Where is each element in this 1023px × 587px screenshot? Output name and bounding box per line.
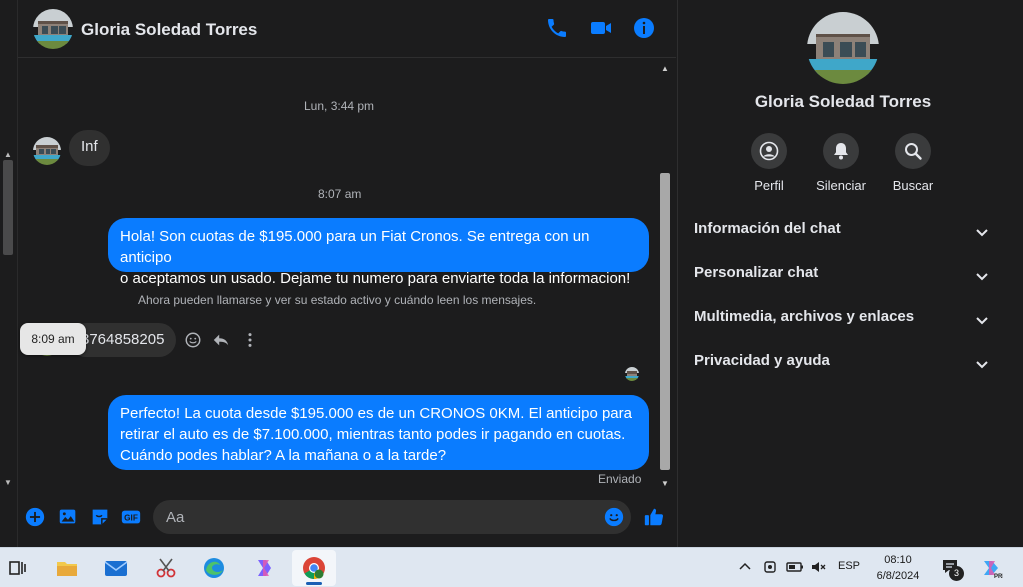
message-list: Lun, 3:44 pm Inf 8:07 am Hola! Son cuota… — [18, 58, 658, 490]
sticker-icon[interactable] — [89, 506, 111, 528]
meet-now-icon[interactable] — [762, 559, 778, 575]
section-chat-info[interactable]: Información del chat — [694, 220, 994, 248]
scroll-down-arrow[interactable]: ▼ — [661, 479, 669, 488]
section-privacy-help[interactable]: Privacidad y ayuda — [694, 352, 994, 380]
timestamp: Lun, 3:44 pm — [304, 99, 375, 113]
plus-icon[interactable] — [24, 506, 46, 528]
language-indicator[interactable]: ESP — [838, 560, 860, 572]
chat-info-panel: Gloria Soledad Torres Perfil Silenciar B… — [677, 0, 1007, 547]
copilot-icon[interactable]: PRE — [979, 556, 1003, 580]
file-explorer-icon[interactable] — [53, 554, 81, 582]
info-icon[interactable] — [632, 16, 656, 40]
chat-header: Gloria Soledad Torres — [18, 0, 676, 58]
clock-date: 6/8/2024 — [876, 570, 920, 582]
left-edge-strip: ▲ ▼ — [0, 0, 18, 547]
edge-browser-icon[interactable] — [200, 554, 228, 582]
search-icon — [905, 143, 922, 160]
message-line: Hola! Son cuotas de $195.000 para un Fia… — [120, 228, 590, 266]
action-label: Silenciar — [816, 178, 866, 193]
timestamp: 8:07 am — [318, 187, 362, 201]
notification-badge: 3 — [949, 566, 964, 581]
contact-avatar-large[interactable] — [807, 12, 879, 84]
thumbs-up-icon[interactable] — [643, 506, 665, 528]
volume-muted-icon[interactable] — [810, 559, 826, 575]
section-label: Personalizar chat — [694, 264, 819, 281]
message-line: o aceptamos un usado. Dejame tu numero p… — [120, 270, 631, 287]
svg-text:PRE: PRE — [994, 574, 1003, 580]
taskbar: ESP 08:10 6/8/2024 3 PRE — [0, 547, 1023, 587]
chevron-down-icon — [976, 229, 988, 237]
scrollbar-thumb[interactable] — [660, 173, 670, 470]
svg-text:GIF: GIF — [124, 514, 138, 523]
image-icon[interactable] — [57, 506, 79, 528]
chrome-icon — [303, 557, 325, 579]
incoming-message[interactable]: Inf — [69, 130, 110, 166]
chrome-taskbar-button[interactable] — [292, 550, 336, 586]
read-receipt-avatar — [625, 367, 639, 381]
section-label: Privacidad y ayuda — [694, 352, 830, 369]
action-label: Perfil — [754, 178, 784, 193]
contact-name: Gloria Soledad Torres — [754, 92, 932, 111]
task-view-icon[interactable] — [4, 554, 32, 582]
scroll-down-arrow[interactable]: ▼ — [4, 478, 12, 487]
action-label: Buscar — [892, 178, 934, 193]
scroll-up-arrow[interactable]: ▲ — [4, 150, 12, 159]
chat-scrollbar[interactable]: ▲ ▼ — [658, 60, 672, 492]
messenger-window: ▲ ▼ Gloria Soledad Torres Lun, 3:44 pm I… — [0, 0, 1023, 547]
message-line: Cuándo podes hablar? A la mañana o a la … — [120, 447, 447, 464]
bell-icon — [834, 143, 848, 160]
section-label: Multimedia, archivos y enlaces — [694, 308, 915, 325]
mute-action[interactable]: Silenciar — [806, 133, 876, 193]
left-scrollbar-thumb[interactable] — [3, 160, 13, 255]
sender-avatar[interactable] — [33, 137, 61, 165]
section-media-files[interactable]: Multimedia, archivos y enlaces — [694, 308, 994, 336]
profile-action[interactable]: Perfil — [734, 133, 804, 193]
timestamp-tooltip: 8:09 am — [20, 323, 86, 355]
clock-time: 08:10 — [884, 554, 912, 566]
battery-icon[interactable] — [786, 559, 804, 575]
contact-name[interactable]: Gloria Soledad Torres — [81, 20, 257, 40]
phone-icon[interactable] — [545, 16, 569, 40]
outgoing-message[interactable]: Perfecto! La cuota desde $195.000 es de … — [108, 395, 649, 470]
chevron-down-icon — [976, 317, 988, 325]
clock[interactable]: 08:10 6/8/2024 — [868, 552, 928, 584]
notifications-button[interactable]: 3 — [940, 557, 966, 583]
copilot-app-icon[interactable] — [250, 554, 278, 582]
outgoing-message[interactable]: Hola! Son cuotas de $195.000 para un Fia… — [108, 218, 649, 287]
section-label: Información del chat — [694, 220, 841, 237]
chat-pane: Gloria Soledad Torres Lun, 3:44 pm Inf 8… — [18, 0, 676, 547]
search-action[interactable]: Buscar — [878, 133, 948, 193]
message-line: Perfecto! La cuota desde $195.000 es de … — [120, 405, 632, 422]
emoji-icon[interactable] — [603, 506, 625, 528]
profile-icon — [759, 141, 779, 161]
message-line: retirar el auto es de $7.100.000, mientr… — [120, 426, 626, 443]
message-status: Enviado — [598, 472, 642, 486]
scroll-up-arrow[interactable]: ▲ — [661, 64, 669, 73]
contact-avatar[interactable] — [33, 9, 73, 49]
chevron-down-icon — [976, 361, 988, 369]
composer: GIF — [18, 494, 676, 544]
snipping-tool-icon[interactable] — [152, 554, 180, 582]
message-input[interactable] — [153, 500, 631, 534]
more-options-icon[interactable] — [241, 331, 259, 349]
reply-icon[interactable] — [212, 331, 230, 349]
emoji-reaction-icon[interactable] — [184, 331, 202, 349]
system-note: Ahora pueden llamarse y ver su estado ac… — [138, 293, 537, 307]
right-edge-strip — [1007, 0, 1023, 547]
chevron-down-icon — [976, 273, 988, 281]
section-customize-chat[interactable]: Personalizar chat — [694, 264, 994, 292]
chevron-up-icon[interactable] — [738, 560, 752, 574]
mail-icon[interactable] — [102, 554, 130, 582]
video-camera-icon[interactable] — [589, 16, 613, 40]
gif-icon[interactable]: GIF — [120, 506, 142, 528]
